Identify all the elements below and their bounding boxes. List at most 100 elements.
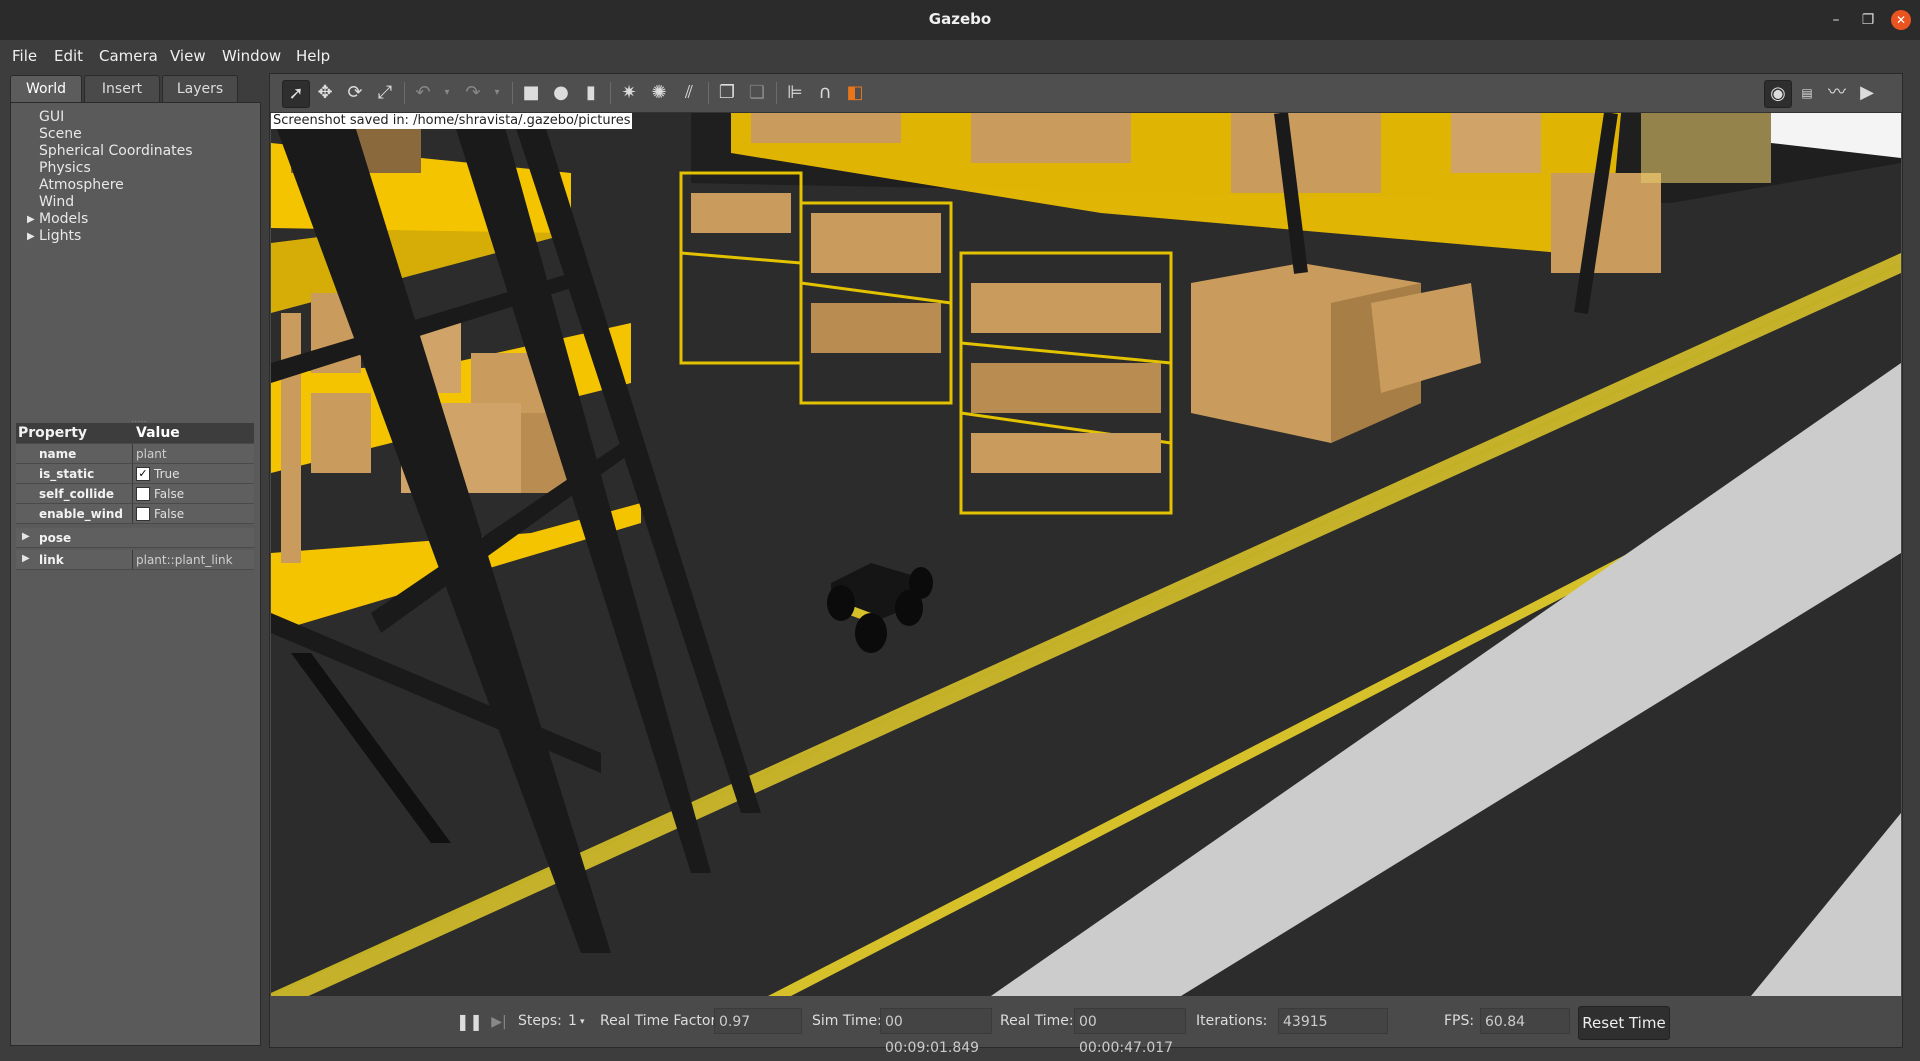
is-static-checkbox[interactable]: ✓ xyxy=(136,467,150,481)
property-row-link[interactable]: ▶ link plant::plant_link xyxy=(16,550,254,570)
expand-arrow-icon[interactable]: ▶ xyxy=(27,211,35,228)
tree-item-gui[interactable]: GUI xyxy=(39,109,193,126)
screenshot-camera-icon[interactable]: ◉ xyxy=(1764,80,1792,108)
property-row-enable-wind[interactable]: enable_wind False xyxy=(16,504,254,524)
property-column-header: Property xyxy=(18,425,88,441)
property-key: enable_wind xyxy=(39,507,123,521)
iterations-label: Iterations: xyxy=(1196,1013,1268,1029)
steps-dropdown-icon[interactable]: ▾ xyxy=(580,1017,585,1027)
expand-arrow-icon[interactable]: ▶ xyxy=(22,531,30,542)
screenshot-notice: Screenshot saved in: /home/shravista/.ga… xyxy=(271,113,633,129)
property-row-name[interactable]: name plant xyxy=(16,444,254,464)
real-time-factor-label: Real Time Factor: xyxy=(600,1013,721,1029)
box-shape-icon[interactable]: ■ xyxy=(518,80,544,106)
rotate-mode-icon[interactable]: ⟳ xyxy=(342,80,368,106)
iterations-field: 43915 xyxy=(1278,1008,1388,1034)
steps-value[interactable]: 1 xyxy=(568,1013,577,1029)
translate-mode-icon[interactable]: ✥ xyxy=(312,80,338,106)
pause-icon[interactable]: ❚❚ xyxy=(456,1009,483,1035)
expand-arrow-icon[interactable]: ▶ xyxy=(27,228,35,245)
tree-item-physics[interactable]: Physics xyxy=(39,160,193,177)
log-icon[interactable]: ▤ xyxy=(1794,80,1820,106)
spot-light-icon[interactable]: ✺ xyxy=(646,80,672,106)
fps-field: 60.84 xyxy=(1480,1008,1570,1034)
property-key: is_static xyxy=(39,467,95,481)
render-viewport: ➚ ✥ ⟳ ⤢ ↶ ▾ ↷ ▾ ■ ● ▮ ✷ ✺ ⫽ ❐ ❏ ⊫ ∩ ◧ ◉ … xyxy=(269,73,1903,1056)
3d-scene[interactable]: Screenshot saved in: /home/shravista/.ga… xyxy=(271,113,1901,996)
select-mode-icon[interactable]: ➚ xyxy=(282,80,310,108)
real-time-factor-field: 0.97 xyxy=(714,1008,802,1034)
property-row-self-collide[interactable]: self_collide False xyxy=(16,484,254,504)
tab-world[interactable]: World xyxy=(10,75,82,103)
tab-layers[interactable]: Layers xyxy=(162,75,238,103)
steps-label: Steps: xyxy=(518,1013,562,1029)
world-tree: GUI Scene Spherical Coordinates Physics … xyxy=(27,109,193,245)
close-icon[interactable]: ✕ xyxy=(1891,10,1911,30)
self-collide-checkbox[interactable] xyxy=(136,487,150,501)
undo-icon[interactable]: ↶ xyxy=(410,80,436,106)
paste-icon[interactable]: ❏ xyxy=(744,80,770,106)
scene-toolbar: ➚ ✥ ⟳ ⤢ ↶ ▾ ↷ ▾ ■ ● ▮ ✷ ✺ ⫽ ❐ ❏ ⊫ ∩ ◧ ◉ … xyxy=(270,74,1902,113)
scale-mode-icon[interactable]: ⤢ xyxy=(372,80,398,106)
tree-item-label: Lights xyxy=(39,228,82,244)
expand-arrow-icon[interactable]: ▶ xyxy=(22,553,30,564)
property-row-is-static[interactable]: is_static ✓ True xyxy=(16,464,254,484)
change-view-icon[interactable]: ◧ xyxy=(842,80,868,106)
real-time-field: 00 00:00:47.017 xyxy=(1074,1008,1186,1056)
menu-bar: File Edit Camera View Window Help xyxy=(0,40,1920,72)
property-key: pose xyxy=(39,531,72,545)
enable-wind-checkbox[interactable] xyxy=(136,507,150,521)
plot-icon[interactable]: 〰 xyxy=(1824,80,1850,106)
value-column-header: Value xyxy=(136,425,180,441)
tab-insert[interactable]: Insert xyxy=(84,75,160,103)
sim-time-label: Sim Time: xyxy=(812,1013,882,1029)
tree-item-wind[interactable]: Wind xyxy=(39,194,193,211)
status-bar: ❚❚ ▶| Steps: 1 ▾ Real Time Factor: 0.97 … xyxy=(270,997,1902,1056)
property-row-pose[interactable]: ▶ pose xyxy=(16,528,254,548)
tree-item-spherical-coordinates[interactable]: Spherical Coordinates xyxy=(39,143,193,160)
reset-time-button[interactable]: Reset Time xyxy=(1578,1006,1670,1040)
menu-view[interactable]: View xyxy=(170,47,206,65)
undo-dropdown-icon[interactable]: ▾ xyxy=(434,80,460,106)
sim-time-field: 00 00:09:01.849 xyxy=(880,1008,992,1056)
menu-help[interactable]: Help xyxy=(296,47,330,65)
redo-dropdown-icon[interactable]: ▾ xyxy=(484,80,510,106)
point-light-icon[interactable]: ✷ xyxy=(616,80,642,106)
menu-file[interactable]: File xyxy=(12,47,37,65)
tree-item-atmosphere[interactable]: Atmosphere xyxy=(39,177,193,194)
snap-icon[interactable]: ∩ xyxy=(812,80,838,106)
property-table: Property Value name plant is_static ✓ Tr… xyxy=(16,423,254,570)
fps-label: FPS: xyxy=(1444,1013,1475,1029)
property-value[interactable]: plant xyxy=(136,447,167,461)
property-header: Property Value xyxy=(16,423,254,444)
sphere-shape-icon[interactable]: ● xyxy=(548,80,574,106)
property-value: False xyxy=(154,507,185,521)
minimize-icon[interactable]: – xyxy=(1826,10,1846,30)
tree-item-models[interactable]: ▶ Models xyxy=(27,211,193,228)
redo-icon[interactable]: ↷ xyxy=(460,80,486,106)
title-bar: Gazebo – ❐ ✕ xyxy=(0,0,1920,41)
restore-icon[interactable]: ❐ xyxy=(1858,10,1878,30)
window-title: Gazebo xyxy=(928,10,992,28)
menu-edit[interactable]: Edit xyxy=(54,47,83,65)
property-key: name xyxy=(39,447,77,461)
menu-camera[interactable]: Camera xyxy=(99,47,158,65)
world-panel: GUI Scene Spherical Coordinates Physics … xyxy=(10,102,261,1046)
tree-item-scene[interactable]: Scene xyxy=(39,126,193,143)
step-icon[interactable]: ▶| xyxy=(486,1009,512,1035)
property-value: False xyxy=(154,487,185,501)
property-key: self_collide xyxy=(39,487,115,501)
menu-window[interactable]: Window xyxy=(222,47,281,65)
cylinder-shape-icon[interactable]: ▮ xyxy=(578,80,604,106)
warehouse-render xyxy=(271,113,1901,996)
tree-item-lights[interactable]: ▶ Lights xyxy=(27,228,193,245)
copy-icon[interactable]: ❐ xyxy=(714,80,740,106)
real-time-label: Real Time: xyxy=(1000,1013,1074,1029)
property-key: link xyxy=(39,553,64,567)
align-icon[interactable]: ⊫ xyxy=(782,80,808,106)
video-record-icon[interactable]: ▶ xyxy=(1854,80,1880,106)
directional-light-icon[interactable]: ⫽ xyxy=(676,80,702,106)
property-value: plant::plant_link xyxy=(136,553,233,567)
property-value: True xyxy=(154,467,180,481)
tree-item-label: Models xyxy=(39,211,89,227)
